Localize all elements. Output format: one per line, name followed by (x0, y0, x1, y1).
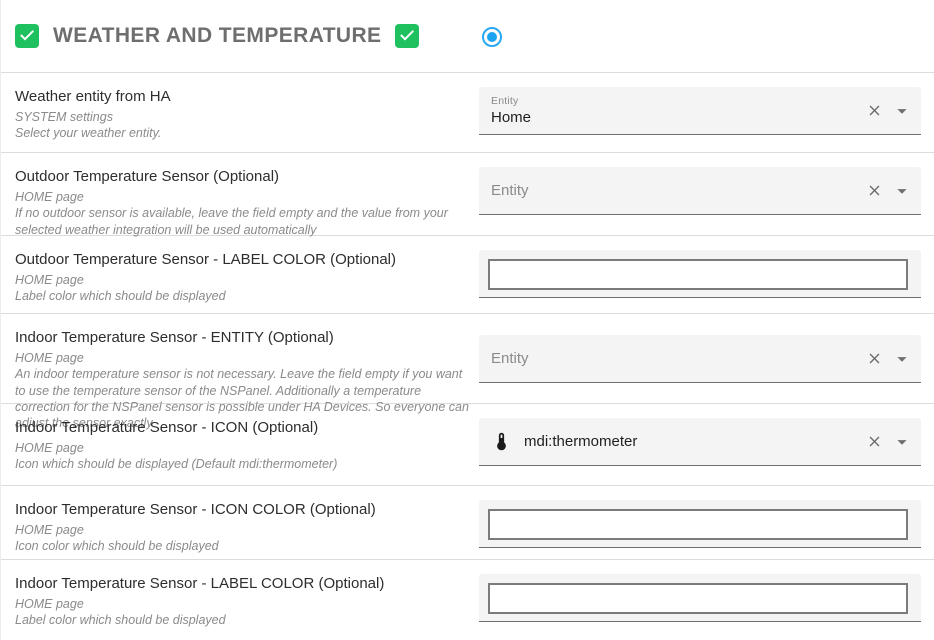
indoor-entity-select[interactable]: Entity (479, 335, 921, 383)
setting-row-indoor-entity: Indoor Temperature Sensor - ENTITY (Opti… (1, 314, 934, 404)
select-floating-label: Entity (491, 95, 861, 107)
setting-description: Icon which should be displayed (Default … (15, 456, 469, 472)
outdoor-label-color-field (479, 250, 921, 298)
chevron-down-icon[interactable] (891, 335, 913, 382)
setting-field-block: mdi:thermometer (479, 404, 921, 485)
indoor-icon-color-field (479, 500, 921, 548)
section-header: WEATHER AND TEMPERATURE (1, 0, 934, 73)
setting-title: Outdoor Temperature Sensor (Optional) (15, 168, 469, 185)
select-content: Entity Home (479, 87, 921, 134)
setting-title: Weather entity from HA (15, 88, 469, 105)
setting-field-block: Entity (479, 153, 921, 235)
clear-icon[interactable] (863, 418, 885, 465)
setting-group: HOME page (15, 272, 469, 288)
outdoor-label-color-input[interactable] (488, 259, 908, 290)
setting-row-outdoor-label-color: Outdoor Temperature Sensor - LABEL COLOR… (1, 236, 934, 314)
setting-description: Label color which should be displayed (15, 288, 469, 304)
setting-label-block: Indoor Temperature Sensor - ICON (Option… (1, 404, 479, 485)
weather-entity-select[interactable]: Entity Home (479, 87, 921, 135)
section-radio-button[interactable] (482, 27, 502, 47)
setting-row-indoor-label-color: Indoor Temperature Sensor - LABEL COLOR … (1, 560, 934, 640)
select-placeholder: Entity (491, 350, 861, 367)
outdoor-entity-select[interactable]: Entity (479, 167, 921, 215)
checkbox-checked-icon (15, 24, 39, 48)
indoor-label-color-input[interactable] (488, 583, 908, 614)
select-value: mdi:thermometer (524, 433, 637, 450)
thermometer-icon (491, 431, 512, 452)
setting-field-block (479, 236, 921, 313)
setting-group: HOME page (15, 440, 469, 456)
setting-title: Indoor Temperature Sensor - ICON COLOR (… (15, 501, 469, 518)
indoor-icon-color-input[interactable] (488, 509, 908, 540)
setting-description: Label color which should be displayed (15, 612, 469, 628)
select-content: mdi:thermometer (479, 418, 921, 465)
checkbox-checked-icon (395, 24, 419, 48)
setting-field-block (479, 486, 921, 559)
setting-field-block (479, 560, 921, 640)
setting-description: Icon color which should be displayed (15, 538, 469, 554)
clear-icon[interactable] (863, 167, 885, 214)
setting-group: HOME page (15, 350, 469, 366)
chevron-down-icon[interactable] (891, 87, 913, 134)
setting-title: Indoor Temperature Sensor - ICON (Option… (15, 419, 469, 436)
setting-group: HOME page (15, 596, 469, 612)
setting-title: Outdoor Temperature Sensor - LABEL COLOR… (15, 251, 469, 268)
setting-label-block: Indoor Temperature Sensor - ENTITY (Opti… (1, 314, 479, 403)
setting-field-block: Entity Home (479, 73, 921, 152)
select-value: Home (491, 109, 861, 126)
chevron-down-icon[interactable] (891, 167, 913, 214)
title-checkbox[interactable] (395, 24, 419, 48)
setting-row-indoor-icon-color: Indoor Temperature Sensor - ICON COLOR (… (1, 486, 934, 560)
select-content: Entity (479, 335, 921, 382)
setting-label-block: Indoor Temperature Sensor - LABEL COLOR … (1, 560, 479, 640)
chevron-down-icon[interactable] (891, 418, 913, 465)
clear-icon[interactable] (863, 87, 885, 134)
setting-label-block: Indoor Temperature Sensor - ICON COLOR (… (1, 486, 479, 559)
clear-icon[interactable] (863, 335, 885, 382)
setting-title: Indoor Temperature Sensor - ENTITY (Opti… (15, 329, 469, 346)
setting-label-block: Outdoor Temperature Sensor - LABEL COLOR… (1, 236, 479, 313)
setting-description: Select your weather entity. (15, 125, 469, 141)
setting-description: If no outdoor sensor is available, leave… (15, 205, 469, 238)
select-content: Entity (479, 167, 921, 214)
setting-row-weather-entity: Weather entity from HA SYSTEM settings S… (1, 73, 934, 153)
radio-selected-dot (487, 32, 497, 42)
setting-row-outdoor-sensor: Outdoor Temperature Sensor (Optional) HO… (1, 153, 934, 236)
section-title: WEATHER AND TEMPERATURE (53, 24, 381, 48)
setting-label-block: Weather entity from HA SYSTEM settings S… (1, 73, 479, 152)
setting-title: Indoor Temperature Sensor - LABEL COLOR … (15, 575, 469, 592)
setting-group: HOME page (15, 189, 469, 205)
setting-field-block: Entity (479, 314, 921, 403)
setting-row-indoor-icon: Indoor Temperature Sensor - ICON (Option… (1, 404, 934, 486)
section-enable-checkbox[interactable] (15, 24, 39, 48)
setting-group: SYSTEM settings (15, 109, 469, 125)
select-placeholder: Entity (491, 182, 861, 199)
indoor-icon-select[interactable]: mdi:thermometer (479, 418, 921, 466)
setting-label-block: Outdoor Temperature Sensor (Optional) HO… (1, 153, 479, 235)
indoor-label-color-field (479, 574, 921, 622)
setting-group: HOME page (15, 522, 469, 538)
weather-settings-panel: WEATHER AND TEMPERATURE Weather entity f… (0, 0, 934, 640)
